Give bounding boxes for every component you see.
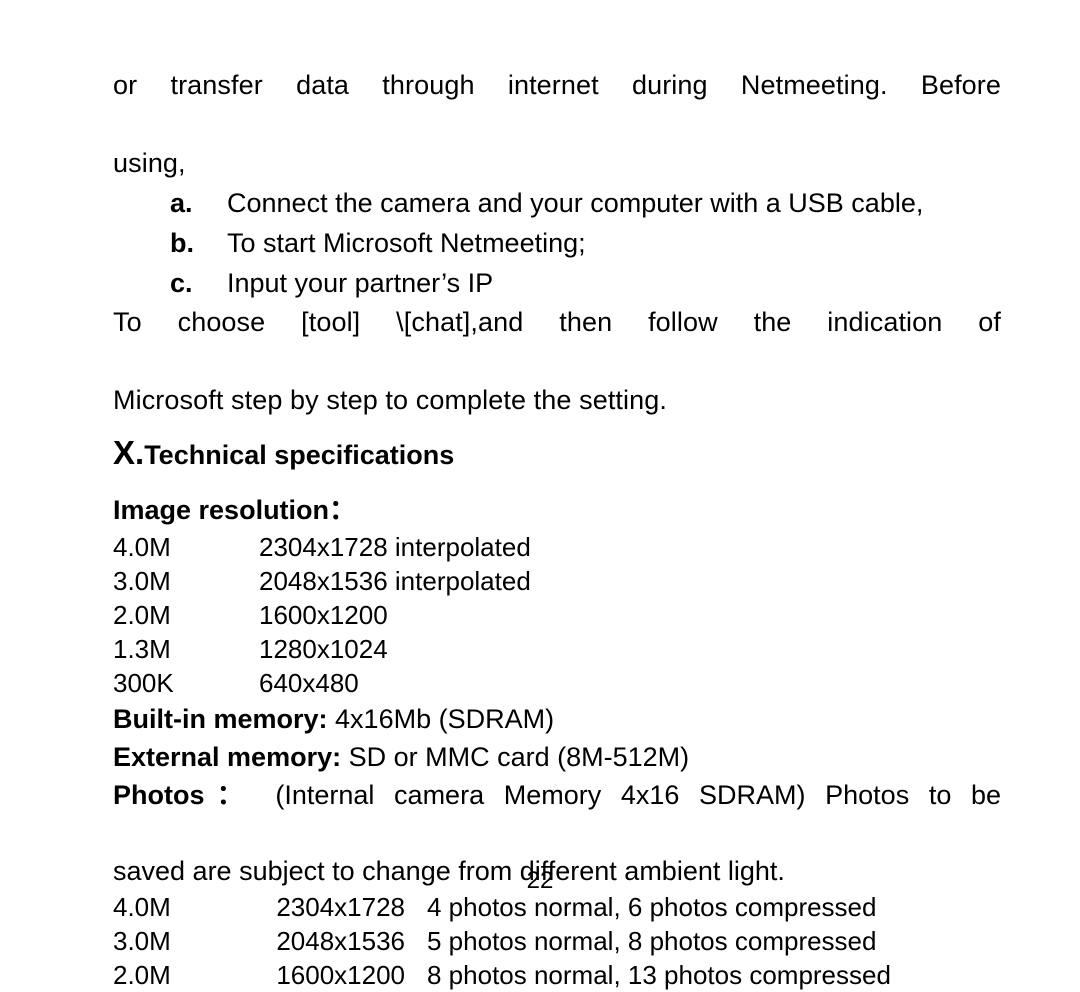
list-item: b. To start Microsoft Netmeeting; <box>113 223 1001 263</box>
built-in-memory-value: 4x16Mb (SDRAM) <box>335 704 555 734</box>
page-content: or transfer data through internet during… <box>113 66 1001 992</box>
intro-paragraph: or transfer data through internet during… <box>113 66 1001 183</box>
photo-size: 2.0M <box>113 960 171 990</box>
table-row: 300K 640x480 <box>113 666 531 700</box>
section-numeral: X. <box>113 434 145 471</box>
closing-line-1: To choose [tool] \[chat],and then follow… <box>113 307 1001 337</box>
intro-line-2: using, <box>113 148 186 178</box>
external-memory-value: SD or MMC card (8M-512M) <box>348 742 690 772</box>
section-heading: X.Technical specifications <box>113 433 1001 480</box>
list-item: c. Input your partner’s IP <box>113 263 1001 303</box>
photos-line-1: Photos： (Internal camera Memory 4x16 SDR… <box>113 776 1001 852</box>
external-memory-label: External memory: <box>113 742 342 772</box>
photos-line-1-text: (Internal camera Memory 4x16 SDRAM) Phot… <box>275 780 1001 810</box>
resolution-size: 3.0M <box>113 566 171 596</box>
resolution-size: 2.0M <box>113 600 171 630</box>
table-row: 1.3M 1280x1024 <box>113 632 531 666</box>
page-title: Technical specifications <box>144 440 455 470</box>
photo-capacity: 8 photos normal, 13 photos compressed <box>427 960 891 990</box>
photo-resolution: 1600x1200 <box>276 960 405 990</box>
image-resolution-heading: Image resolution： <box>113 495 357 525</box>
list-text-a: Connect the camera and your computer wit… <box>227 188 924 218</box>
external-memory-line: External memory: SD or MMC card (8M-512M… <box>113 738 1001 776</box>
photo-capacity: 5 photos normal, 8 photos compressed <box>427 926 877 956</box>
table-row: 3.0M 2048x1536 5 photos normal, 8 photos… <box>113 924 891 958</box>
image-resolution-table: 4.0M 2304x1728 interpolated 3.0M 2048x15… <box>113 530 531 700</box>
resolution-size: 300K <box>113 668 174 698</box>
table-row: 2.0M 1600x1200 8 photos normal, 13 photo… <box>113 958 891 992</box>
built-in-memory-label: Built-in memory: <box>113 704 328 734</box>
list-text-b: To start Microsoft Netmeeting; <box>227 228 586 258</box>
resolution-size: 4.0M <box>113 532 171 562</box>
list-marker-b: b. <box>170 228 194 258</box>
table-row: 3.0M 2048x1536 interpolated <box>113 564 531 598</box>
resolution-value: 1280x1024 <box>259 634 388 664</box>
table-row: 4.0M 2304x1728 interpolated <box>113 530 531 564</box>
photo-size: 3.0M <box>113 926 171 956</box>
resolution-size: 1.3M <box>113 634 171 664</box>
document-page: or transfer data through internet during… <box>0 0 1080 990</box>
photos-capacity-table: 4.0M 2304x1728 4 photos normal, 6 photos… <box>113 890 891 992</box>
resolution-value: 1600x1200 <box>259 600 388 630</box>
closing-paragraph: To choose [tool] \[chat],and then follow… <box>113 303 1001 420</box>
list-item: a. Connect the camera and your computer … <box>113 183 1001 223</box>
resolution-value: 2304x1728 interpolated <box>259 532 531 562</box>
photos-label: Photos： <box>113 780 256 810</box>
list-marker-a: a. <box>170 188 193 218</box>
table-row: 2.0M 1600x1200 <box>113 598 531 632</box>
list-text-c: Input your partner’s IP <box>227 268 494 298</box>
list-marker-c: c. <box>170 268 193 298</box>
steps-list: a. Connect the camera and your computer … <box>113 183 1001 303</box>
photo-resolution: 2048x1536 <box>276 926 405 956</box>
intro-line-1: or transfer data through internet during… <box>113 70 1001 100</box>
built-in-memory-line: Built-in memory: 4x16Mb (SDRAM) <box>113 700 1001 738</box>
page-number: 22 <box>526 867 554 894</box>
resolution-value: 640x480 <box>259 668 359 698</box>
resolution-value: 2048x1536 interpolated <box>259 566 531 596</box>
closing-line-2: Microsoft step by step to complete the s… <box>113 385 667 415</box>
